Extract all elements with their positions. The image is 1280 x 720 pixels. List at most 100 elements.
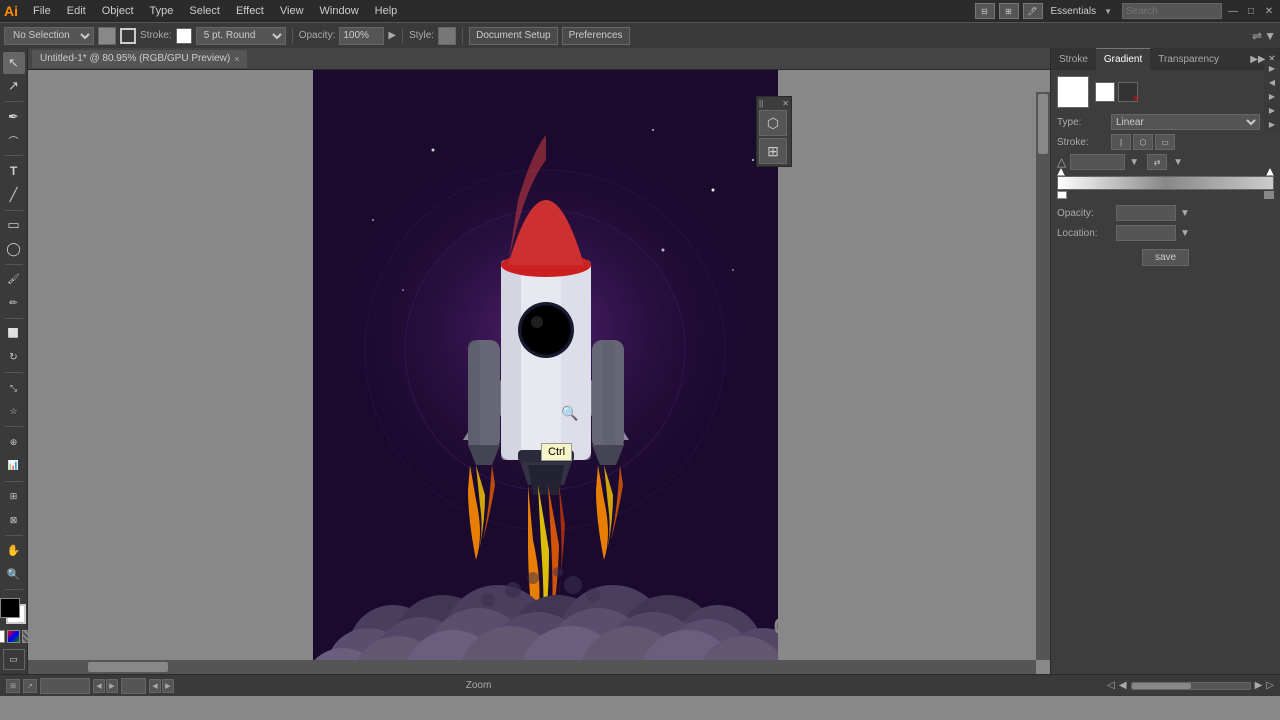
selection-dropdown[interactable]: No Selection (4, 27, 94, 45)
zoom-prev-btn[interactable]: ◀ (93, 679, 105, 693)
menu-select[interactable]: Select (182, 0, 227, 22)
opacity-expand-icon[interactable]: ▶ (388, 30, 396, 41)
tool-graph[interactable]: 📊 (3, 455, 25, 477)
document-tab[interactable]: Untitled-1* @ 80.95% (RGB/GPU Preview) × (32, 50, 247, 68)
location-dropdown-icon[interactable]: ▼ (1180, 228, 1190, 239)
draw-mode-btn[interactable]: ▭ (3, 649, 25, 671)
status-icon2[interactable]: ↗ (23, 679, 37, 693)
gradient-black-swatch[interactable]: ✕ (1118, 82, 1138, 102)
minimize-button[interactable]: — (1226, 4, 1240, 18)
stroke-tab[interactable]: Stroke (1051, 48, 1096, 70)
options-icon[interactable]: ▼ (1264, 29, 1276, 43)
artboard-next-btn[interactable]: ▶ (162, 679, 174, 693)
horizontal-scrollbar-thumb[interactable] (88, 662, 168, 672)
vertical-scrollbar-thumb[interactable] (1038, 94, 1048, 154)
stroke-color-box[interactable] (176, 28, 192, 44)
menu-object[interactable]: Object (95, 0, 141, 22)
gradient-stop-right[interactable] (1264, 191, 1274, 199)
panel-icon3[interactable]: ▶ (1266, 90, 1278, 102)
tool-pen[interactable]: ✒ (3, 106, 25, 128)
fill-swatch[interactable] (0, 598, 20, 618)
tool-zoom[interactable]: 🔍 (3, 563, 25, 585)
progress-bar[interactable] (1131, 682, 1251, 690)
reverse-dropdown-icon[interactable]: ▼ (1173, 157, 1183, 168)
doc-setup-button[interactable]: Document Setup (469, 27, 558, 45)
menu-window[interactable]: Window (313, 0, 366, 22)
angle-input[interactable]: -93.3° (1070, 154, 1125, 170)
tool-paintbrush[interactable]: 🖌 (3, 269, 25, 291)
tool-slice[interactable]: ⊠ (3, 509, 25, 531)
mini-panel-btn1[interactable]: ⬡ (759, 110, 787, 136)
reverse-gradient-btn[interactable]: ⇄ (1147, 154, 1167, 170)
menu-file[interactable]: File (26, 0, 58, 22)
tool-symbol[interactable]: ⊕ (3, 431, 25, 453)
angle-dropdown-icon[interactable]: ▼ (1129, 157, 1139, 168)
canvas-scroll[interactable]: 🔍 Ctrl || ✕ ⬡ ⊞ (28, 70, 1050, 674)
tool-text[interactable]: T (3, 160, 25, 182)
artboard[interactable]: 🔍 Ctrl (313, 70, 778, 674)
opacity-input[interactable] (339, 27, 384, 45)
arrange-icon[interactable]: ⇌ (1252, 29, 1262, 43)
panel-icon2[interactable]: ◀ (1266, 76, 1278, 88)
menu-view[interactable]: View (273, 0, 311, 22)
artboard-prev-btn[interactable]: ◀ (149, 679, 161, 693)
stroke-opt2[interactable]: ⬡ (1133, 134, 1153, 150)
mini-panel-btn2[interactable]: ⊞ (759, 138, 787, 164)
gradient-bar[interactable] (1057, 176, 1274, 190)
tool-direct-selection[interactable]: ↗ (3, 76, 25, 98)
tool-curvature[interactable]: ⌒ (3, 130, 25, 152)
nav-start-btn[interactable]: ◁ (1107, 680, 1115, 691)
tool-eraser[interactable]: ⬜ (3, 323, 25, 345)
stroke-opt1[interactable]: | (1111, 134, 1131, 150)
panel-icon5[interactable]: ▶ (1266, 118, 1278, 130)
menu-effect[interactable]: Effect (229, 0, 271, 22)
opacity-value-input[interactable] (1116, 205, 1176, 221)
search-input[interactable] (1122, 3, 1222, 19)
location-value-input[interactable] (1116, 225, 1176, 241)
stroke-opt3[interactable]: ▭ (1155, 134, 1175, 150)
tool-pencil[interactable]: ✏ (3, 292, 25, 314)
tool-rect[interactable]: ▭ (3, 215, 25, 237)
close-button[interactable]: ✕ (1262, 4, 1276, 18)
tool-selection[interactable]: ↖ (3, 52, 25, 74)
zoom-input[interactable]: 80.93% (40, 678, 90, 694)
menu-edit[interactable]: Edit (60, 0, 93, 22)
tool-rotate[interactable]: ↻ (3, 347, 25, 369)
tool-line[interactable]: ╱ (3, 184, 25, 206)
transparency-tab[interactable]: Transparency (1150, 48, 1227, 70)
gradient-type-select[interactable]: Linear (1111, 114, 1260, 130)
opacity-dropdown-icon[interactable]: ▼ (1180, 208, 1190, 219)
tool-artboard[interactable]: ⊞ (3, 486, 25, 508)
stroke-indicator[interactable] (120, 28, 136, 44)
horizontal-scrollbar[interactable] (28, 660, 1036, 674)
maximize-button[interactable]: □ (1244, 4, 1258, 18)
gradient-preview-swatch[interactable] (1057, 76, 1089, 108)
preferences-button[interactable]: Preferences (562, 27, 630, 45)
mini-panel-toggle[interactable]: || (759, 99, 763, 108)
nav-next-btn[interactable]: ▶ (1255, 680, 1263, 691)
gradient-white-swatch[interactable] (1095, 82, 1115, 102)
status-icon1[interactable]: ⊞ (6, 679, 20, 693)
tool-hand[interactable]: ✋ (3, 540, 25, 562)
nav-end-btn[interactable]: ▷ (1266, 680, 1274, 691)
vertical-scrollbar[interactable] (1036, 92, 1050, 660)
tool-shaper[interactable]: ☆ (3, 401, 25, 423)
zoom-next-btn[interactable]: ▶ (106, 679, 118, 693)
panel-icon4[interactable]: ▶ (1266, 104, 1278, 116)
document-tab-close[interactable]: × (234, 54, 239, 64)
panel-icon1[interactable]: ▶ (1266, 62, 1278, 74)
save-button[interactable]: save (1142, 249, 1189, 266)
stroke-size-select[interactable]: 5 pt. Round (196, 27, 286, 45)
artboard-num-input[interactable]: 1 (121, 678, 146, 694)
none-swatch[interactable] (0, 630, 5, 643)
menu-help[interactable]: Help (368, 0, 405, 22)
gradient-stop-left[interactable] (1057, 191, 1067, 199)
gradient-swatch[interactable] (7, 630, 20, 643)
nav-prev-btn[interactable]: ◀ (1119, 680, 1127, 691)
menu-type[interactable]: Type (143, 0, 181, 22)
fill-color-box[interactable] (98, 27, 116, 45)
gradient-tab[interactable]: Gradient (1096, 48, 1150, 70)
canvas-area[interactable]: Untitled-1* @ 80.95% (RGB/GPU Preview) × (28, 48, 1050, 674)
style-box[interactable] (438, 27, 456, 45)
workspace-dropdown-icon[interactable]: ▼ (1104, 7, 1112, 16)
